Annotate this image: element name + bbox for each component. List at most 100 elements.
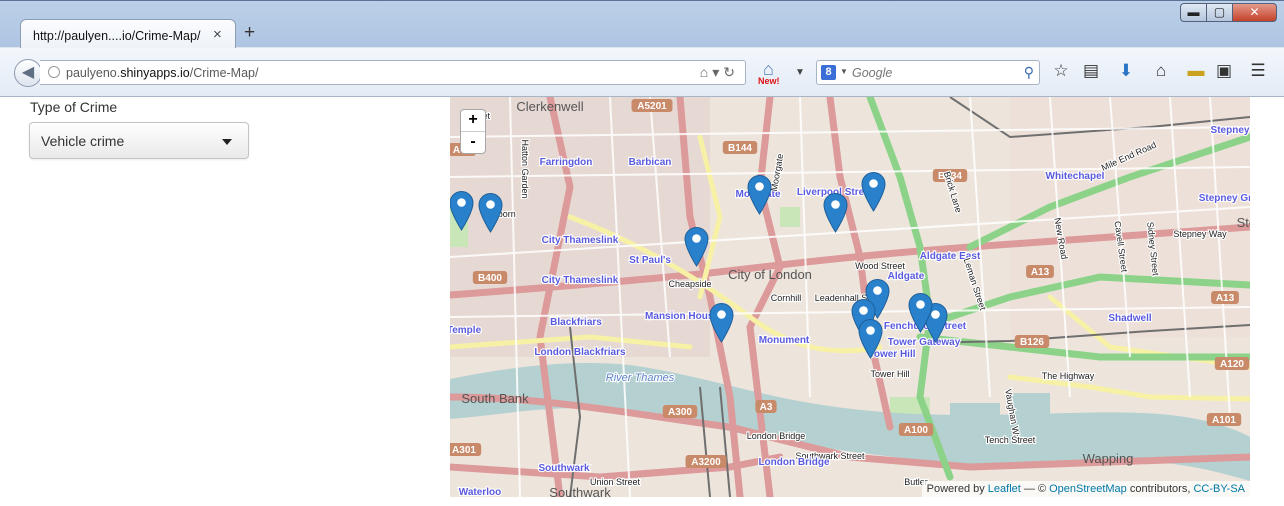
map-label-station: Whitechapel	[1046, 171, 1105, 182]
url-bar-icons[interactable]: ⌂▾↻	[700, 64, 739, 81]
map-label-station: Stepney	[1211, 125, 1250, 136]
reading-list-icon[interactable]: ▤	[1081, 61, 1101, 81]
map-label-street: Hatton Garden	[520, 139, 530, 198]
map-marker-icon[interactable]	[858, 318, 883, 359]
crime-type-select[interactable]: Vehicle crime	[29, 122, 249, 159]
map-label-station: Aldgate	[888, 271, 925, 282]
browser-titlebar: http://paulyen....io/Crime-Map/ × + ▬ ▢ …	[0, 0, 1284, 51]
close-tab-icon[interactable]: ×	[213, 26, 222, 43]
map-label-road: B126	[1020, 337, 1044, 348]
map-label-station: London Bridge	[758, 457, 830, 468]
map-label-street: Wood Street	[855, 261, 905, 271]
map-marker-icon[interactable]	[908, 292, 933, 333]
map-attribution: Powered by Leaflet — © OpenStreetMap con…	[921, 481, 1250, 497]
search-placeholder: Google	[852, 66, 893, 80]
zoom-control: + -	[460, 109, 486, 154]
screenshot-icon[interactable]: ▣	[1214, 61, 1234, 81]
map-label-place: Step	[1237, 215, 1250, 230]
map-marker-icon[interactable]	[747, 174, 772, 215]
map-label-road: A13	[1031, 267, 1050, 278]
browser-tab[interactable]: http://paulyen....io/Crime-Map/ ×	[20, 19, 236, 51]
crime-type-selected-value: Vehicle crime	[41, 133, 125, 149]
map-label-station: Stepney Green	[1199, 193, 1250, 204]
reload-icon[interactable]: ↻	[723, 64, 739, 80]
map-marker-icon[interactable]	[823, 192, 848, 233]
map-label-street: Tower Hill	[870, 369, 909, 379]
url-bar[interactable]: paulyeno.shinyapps.io/Crime-Map/ ⌂▾↻	[40, 60, 746, 85]
map-label-station: Monument	[759, 335, 810, 346]
map-label-street: Tench Street	[985, 435, 1036, 445]
map-label-station: Waterloo	[459, 487, 501, 497]
map-tiles: ClerkenwellA5201Shoreditch High StreetSt…	[450, 97, 1250, 497]
google-icon[interactable]: 8	[821, 65, 836, 80]
license-link[interactable]: CC-BY-SA	[1193, 483, 1245, 495]
openstreetmap-link[interactable]: OpenStreetMap	[1049, 483, 1127, 495]
map-label-street: London Bridge	[747, 431, 806, 441]
map-marker-icon[interactable]	[450, 190, 474, 231]
tab-title: http://paulyen....io/Crime-Map/	[33, 29, 201, 43]
map-label-road: A301	[452, 445, 476, 456]
map-label-road: A101	[1212, 415, 1236, 426]
search-engine-caret-icon[interactable]: ▼	[840, 67, 848, 76]
map-label-place: Southwark	[549, 485, 611, 497]
map-label-road: A13	[1216, 293, 1235, 304]
map-label-station: Farringdon	[540, 157, 593, 168]
map-label-station: Southwark	[538, 463, 590, 474]
new-tab-icon[interactable]: +	[244, 22, 255, 44]
map-label-road: A120	[1220, 359, 1244, 370]
map-label-station: City Thameslink	[542, 235, 619, 246]
map-label-road: B400	[478, 273, 502, 284]
map-label-place: Clerkenwell	[516, 99, 583, 114]
close-window-button[interactable]: ✕	[1232, 3, 1277, 22]
zoom-out-button[interactable]: -	[461, 132, 485, 153]
map-label-station: London Blackfriars	[534, 347, 626, 358]
map-label-street: The Highway	[1042, 371, 1095, 381]
addon-new-icon[interactable]: ⌂ New!	[758, 59, 784, 87]
back-arrow-icon[interactable]: ◀	[14, 59, 42, 87]
chevron-down-icon[interactable]: ▼	[795, 67, 805, 78]
minimize-window-button[interactable]: ▬	[1180, 3, 1207, 22]
leaflet-link[interactable]: Leaflet	[988, 483, 1021, 495]
map-label-street: Cornhill	[771, 293, 802, 303]
map-label-road: A3	[760, 402, 773, 413]
map-label-station: St Paul's	[629, 255, 671, 266]
map-label-road: A300	[668, 407, 692, 418]
home-icon[interactable]: ⌂	[1151, 61, 1171, 81]
maximize-window-button[interactable]: ▢	[1206, 3, 1233, 22]
map-label-road: A5201	[637, 101, 667, 112]
map-label-street: Stepney Way	[1173, 229, 1227, 239]
map-label-street: Cheapside	[668, 279, 711, 289]
map-label-water: River Thames	[606, 372, 675, 384]
map-marker-icon[interactable]	[684, 226, 709, 267]
map-label-road: A100	[904, 425, 928, 436]
page-content: Type of Crime Vehicle crime Clerkenwell …	[0, 97, 1284, 506]
map-label-station: City Thameslink	[542, 275, 619, 286]
star-icon[interactable]: ☆	[1051, 61, 1071, 81]
map-label-station: Blackfriars	[550, 317, 602, 328]
map-label-place: South Bank	[461, 391, 529, 406]
map-label-station: Barbican	[629, 157, 672, 168]
map-label-station: Temple	[450, 325, 482, 336]
history-dropdown-icon[interactable]: ▾	[712, 64, 723, 80]
globe-icon	[48, 66, 60, 78]
url-text: paulyeno.shinyapps.io/Crime-Map/	[66, 66, 259, 80]
map-label-place: City of London	[728, 267, 812, 282]
download-icon[interactable]: ⬇	[1116, 61, 1136, 81]
zoom-in-button[interactable]: +	[461, 110, 485, 132]
map-label-road: A3200	[691, 457, 721, 468]
menu-icon[interactable]: ☰	[1248, 61, 1268, 81]
search-magnifier-icon[interactable]: ⚲	[1024, 64, 1034, 81]
map-label-place: Wapping	[1083, 451, 1134, 466]
map-marker-icon[interactable]	[478, 192, 503, 233]
map-marker-icon[interactable]	[709, 302, 734, 343]
map-label-road: B144	[728, 143, 752, 154]
site-home-icon[interactable]: ⌂	[700, 64, 712, 80]
crime-type-label: Type of Crime	[30, 99, 118, 115]
new-badge-label: New!	[758, 76, 780, 86]
chevron-down-icon	[222, 139, 232, 145]
search-input[interactable]: 8 ▼ Google ⚲	[816, 60, 1040, 85]
addon-key-icon[interactable]: ▬	[1186, 61, 1206, 81]
leaflet-map[interactable]: ClerkenwellA5201Shoreditch High StreetSt…	[450, 97, 1250, 497]
map-label-station: Shadwell	[1108, 313, 1152, 324]
map-marker-icon[interactable]	[861, 171, 886, 212]
